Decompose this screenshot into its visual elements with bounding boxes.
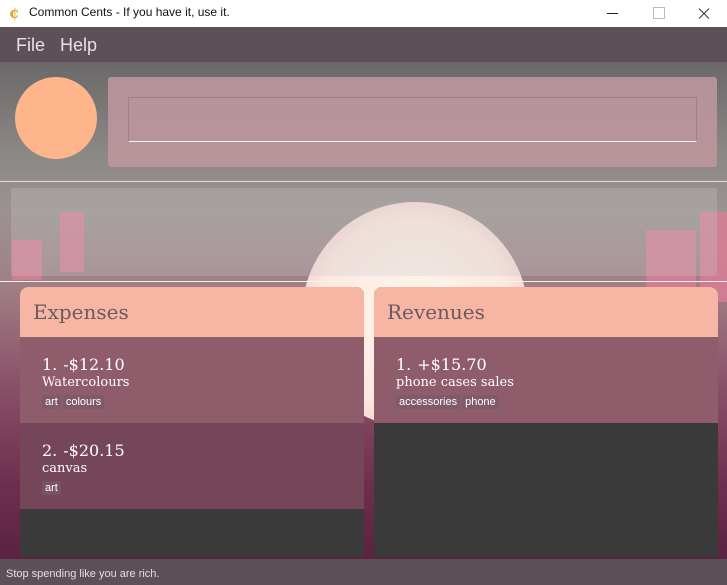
tag: colours xyxy=(62,395,105,409)
status-bar: Stop spending like you are rich. xyxy=(0,559,727,585)
avatar xyxy=(15,77,97,159)
divider xyxy=(0,281,727,282)
cent-icon: ¢ xyxy=(9,4,20,22)
expense-index: 1. xyxy=(42,355,58,374)
revenue-description: phone cases sales xyxy=(396,375,514,390)
maximize-button[interactable] xyxy=(635,0,681,27)
revenues-panel: Revenues 1. +$15.70 phone cases sales acc… xyxy=(374,287,718,557)
revenue-amount: +$15.70 xyxy=(417,355,487,374)
tag-list: art colours xyxy=(42,392,364,410)
tag: art xyxy=(42,395,61,409)
command-panel xyxy=(108,77,717,167)
command-input[interactable] xyxy=(128,97,697,142)
menu-bar: File Help xyxy=(0,27,727,62)
menu-help[interactable]: Help xyxy=(60,35,97,56)
expenses-title: Expenses xyxy=(20,287,364,337)
revenues-title: Revenues xyxy=(374,287,718,337)
status-text: Stop spending like you are rich. xyxy=(6,568,160,580)
close-button[interactable] xyxy=(681,0,727,27)
expenses-panel: Expenses 1. -$12.10 Watercolours art colou… xyxy=(20,287,364,557)
expense-card[interactable]: 1. -$12.10 Watercolours art colours xyxy=(20,337,364,423)
result-display xyxy=(11,188,717,276)
expense-description: canvas xyxy=(42,461,88,476)
window-title: Common Cents - If you have it, use it. xyxy=(29,5,230,19)
menu-file[interactable]: File xyxy=(16,35,45,56)
revenue-card[interactable]: 1. +$15.70 phone cases sales accessories p… xyxy=(374,337,718,423)
expense-amount: -$12.10 xyxy=(63,355,125,374)
tag-list: accessories phone xyxy=(396,392,718,410)
window-titlebar: ¢ Common Cents - If you have it, use it. xyxy=(0,0,727,27)
minimize-button[interactable] xyxy=(589,0,635,27)
tag: art xyxy=(42,481,61,495)
expense-amount: -$20.15 xyxy=(63,441,125,460)
expense-card[interactable]: 2. -$20.15 canvas art xyxy=(20,423,364,509)
tag: accessories xyxy=(396,395,461,409)
tag: phone xyxy=(462,395,499,409)
expense-description: Watercolours xyxy=(42,375,130,390)
expense-index: 2. xyxy=(42,441,58,460)
divider xyxy=(0,181,727,182)
revenue-index: 1. xyxy=(396,355,412,374)
tag-list: art xyxy=(42,478,364,496)
